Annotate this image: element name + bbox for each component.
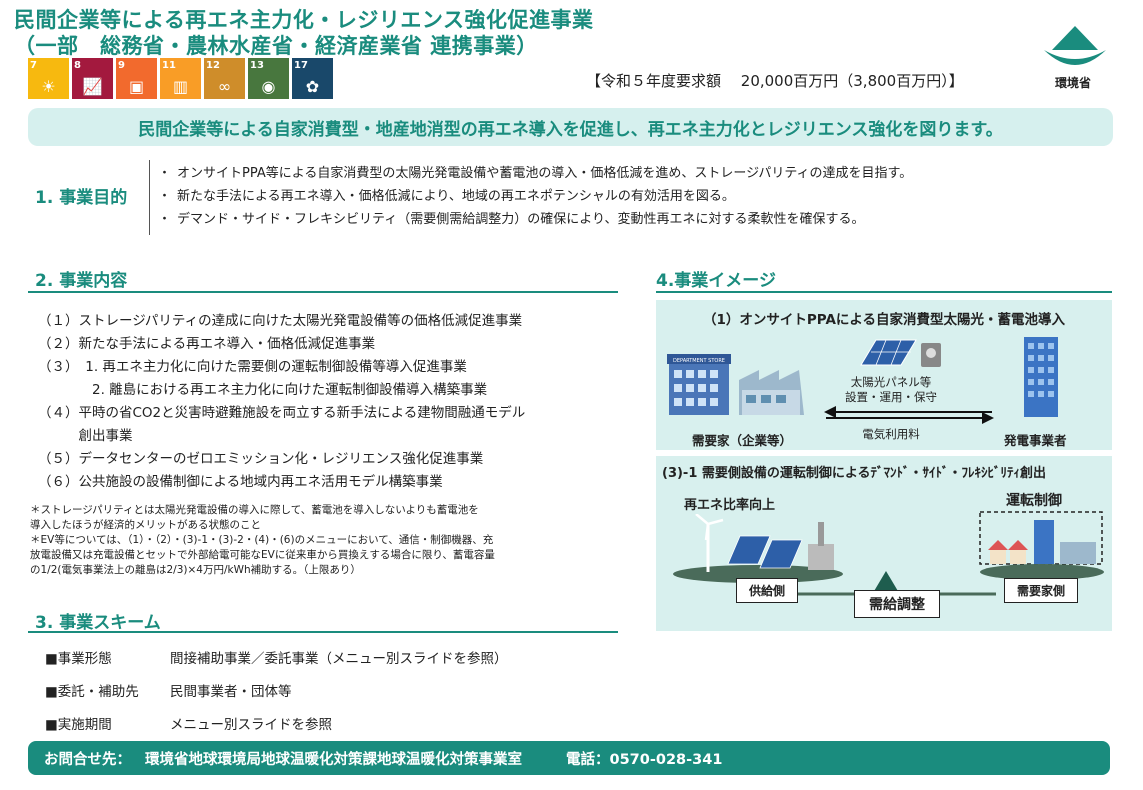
solar-panel-icon: [860, 339, 941, 367]
sdg-goal-icon: 17 ✿: [292, 58, 333, 99]
content-notes: ＊ストレージパリティとは太陽光発電設備の導入に際して、蓄電池を導入しないよりも蓄…: [30, 503, 630, 578]
image-panel-dsf: (3)-1 需要側設備の運転制御によるﾃﾞﾏﾝﾄﾞ・ｻｲﾄﾞ・ﾌﾚｷｼﾋﾞﾘﾃｨ…: [656, 456, 1112, 631]
sdg-goal-icon: 11 ▥: [160, 58, 201, 99]
operation-control-label: 運転制御: [1006, 493, 1062, 509]
note-line: ＊EV等については、（1）・（2）・(3)-1・(3)-2・(4)・(6)のメニ…: [30, 534, 494, 546]
purpose-bullet: 新たな手法による再エネ導入・価格低減により、地域の再エネポテンシャルの有効活用を…: [158, 185, 912, 208]
demand-side-box: 需要家側: [1004, 578, 1079, 603]
buildings-icon: DEPARTMENT STORE: [667, 354, 804, 415]
sdg-goal-glyph: ▣: [128, 77, 145, 96]
summary-banner: 民間企業等による自家消費型・地産地消型の再エネ導入を促進し、再エネ主力化とレジリ…: [28, 108, 1113, 146]
purpose-bullet: デマンド・サイド・フレキシビリティ（需要側需給調整力）の確保により、変動性再エネ…: [158, 208, 912, 231]
content-item: （１）ストレージパリティの達成に向けた太陽光発電設備等の価格低減促進事業: [38, 313, 523, 329]
scheme-row: ■事業形態 間接補助事業／委託事業（メニュー別スライドを参照）: [45, 640, 508, 673]
scheme-value: 民間事業者・団体等: [170, 683, 292, 700]
image-panel-ppa: （1）オンサイトPPAによる自家消費型太陽光・蓄電池導入 DEPARTMENT …: [656, 300, 1112, 450]
sdg-goal-icon: 8 📈: [72, 58, 113, 99]
contact-org: 環境省地球環境局地球温暖化対策課地球温暖化対策事業室: [145, 751, 522, 768]
sdg-goal-glyph: ▥: [172, 77, 189, 96]
sdg-goal-glyph: ✿: [305, 77, 320, 96]
contact-bar: お問合せ先： 環境省地球環境局地球温暖化対策課地球温暖化対策事業室 電話：057…: [28, 741, 1110, 775]
scheme-value: メニュー別スライドを参照: [170, 716, 332, 733]
sdg-goal-glyph: 📈: [82, 77, 103, 96]
page-subtitle: （一部 総務省・農林水産省・経済産業省 連携事業）: [14, 34, 538, 58]
sdgs-icons: 7 ☀ 8 📈 9 ▣ 11 ▥ 12 ∞ 13 ◉ 17 ✿: [28, 58, 333, 99]
purpose-bullet: オンサイトPPA等による自家消費型の太陽光発電設備や蓄電池の導入・価格低減を進め…: [158, 162, 912, 185]
sdg-goal-icon: 13 ◉: [248, 58, 289, 99]
sdg-goal-number: 12: [206, 60, 220, 71]
balance-box: 需給調整: [854, 590, 940, 618]
renewable-ratio-label: 再エネ比率向上: [684, 498, 776, 513]
note-line: 導入したほうが経済的メリットがある状態のこと: [30, 519, 261, 531]
sdg-goal-number: 8: [74, 60, 81, 71]
content-item: （２）新たな手法による再エネ導入・価格低減促進事業: [38, 336, 376, 352]
sdg-goal-glyph: ◉: [261, 77, 276, 96]
ppa-service-line1: 太陽光パネル等: [850, 375, 932, 389]
budget-amount: 【令和５年度要求額 20,000百万円（3,800百万円）】: [586, 72, 964, 90]
panel-ppa-title: （1）オンサイトPPAによる自家消費型太陽光・蓄電池導入: [703, 312, 1065, 328]
ppa-fee-label: 電気利用料: [862, 427, 920, 441]
panel-dsf-title: (3)-1 需要側設備の運転制御によるﾃﾞﾏﾝﾄﾞ・ｻｲﾄﾞ・ﾌﾚｷｼﾋﾞﾘﾃｨ…: [662, 466, 1047, 481]
ppa-service-label: 太陽光パネル等 設置・運用・保守: [826, 375, 956, 405]
content-item: （３） 1. 再エネ主力化に向けた需要側の運転制御設備等導入促進事業: [38, 359, 467, 375]
scheme-table: ■事業形態 間接補助事業／委託事業（メニュー別スライドを参照） ■委託・補助先 …: [45, 640, 508, 739]
scheme-value: 間接補助事業／委託事業（メニュー別スライドを参照）: [170, 650, 508, 667]
note-line: の1/2(電気事業法上の離島は2/3)×4万円/kWh補助する。（上限あり）: [30, 564, 361, 576]
sdg-goal-icon: 12 ∞: [204, 58, 245, 99]
purpose-bullets: オンサイトPPA等による自家消費型の太陽光発電設備や蓄電池の導入・価格低減を進め…: [158, 162, 912, 231]
scheme-key: ■実施期間: [45, 716, 112, 733]
purpose-heading: 1. 事業目的: [35, 188, 128, 208]
office-tower-icon: [1024, 337, 1058, 417]
sdg-goal-number: 17: [294, 60, 308, 71]
supply-side-box: 供給側: [736, 578, 799, 603]
demand-side-label: 需要家（企業等）: [692, 433, 793, 448]
note-line: 放電設備又は充電設備とセットで外部給電可能なEVに従来車から買換えする場合に限り…: [30, 549, 495, 561]
content-items: （１）ストレージパリティの達成に向けた太陽光発電設備等の価格低減促進事業 （２）…: [38, 310, 525, 494]
image-heading: 4.事業イメージ: [656, 271, 776, 291]
sdg-goal-glyph: ☀: [41, 77, 56, 96]
purpose-divider: [149, 160, 150, 235]
note-line: ＊ストレージパリティとは太陽光発電設備の導入に際して、蓄電池を導入しないよりも蓄…: [30, 504, 479, 516]
store-sign-text: DEPARTMENT STORE: [673, 358, 725, 364]
scheme-row: ■実施期間 メニュー別スライドを参照: [45, 706, 508, 739]
sdg-goal-number: 11: [162, 60, 176, 71]
ppa-service-line2: 設置・運用・保守: [845, 390, 937, 404]
content-heading-line: [28, 291, 618, 293]
sdg-goal-number: 7: [30, 60, 37, 71]
right-arrow-icon: [826, 412, 994, 424]
content-item: （６）公共施設の設備制御による地域内再エネ活用モデル構築事業: [38, 474, 443, 490]
sdg-goal-number: 13: [250, 60, 264, 71]
content-heading: 2. 事業内容: [35, 271, 128, 291]
ministry-logo-text: 環境省: [1055, 76, 1092, 90]
content-item: （４）平時の省CO2と災害時避難施設を両立する新手法による建物間融通モデル: [38, 405, 526, 421]
contact-tel: 電話：0570-028-341: [566, 751, 723, 768]
scheme-key: ■委託・補助先: [45, 683, 139, 700]
sdg-goal-icon: 7 ☀: [28, 58, 69, 99]
scheme-row: ■委託・補助先 民間事業者・団体等: [45, 673, 508, 706]
image-heading-line: [656, 291, 1112, 293]
sdg-goal-icon: 9 ▣: [116, 58, 157, 99]
contact-label: お問合せ先：: [44, 751, 131, 768]
scheme-key: ■事業形態: [45, 650, 112, 667]
sdg-goal-number: 9: [118, 60, 125, 71]
sdg-goal-glyph: ∞: [217, 77, 232, 96]
content-item: （５）データセンターのゼロエミッション化・レジリエンス強化促進事業: [38, 451, 484, 467]
scheme-heading: 3. 事業スキーム: [35, 613, 161, 633]
content-item: 創出事業: [38, 428, 133, 444]
generator-label: 発電事業者: [1004, 433, 1067, 448]
content-item: 2. 離島における再エネ主力化に向けた運転制御設備導入構築事業: [38, 382, 488, 398]
scheme-heading-line: [28, 631, 618, 633]
